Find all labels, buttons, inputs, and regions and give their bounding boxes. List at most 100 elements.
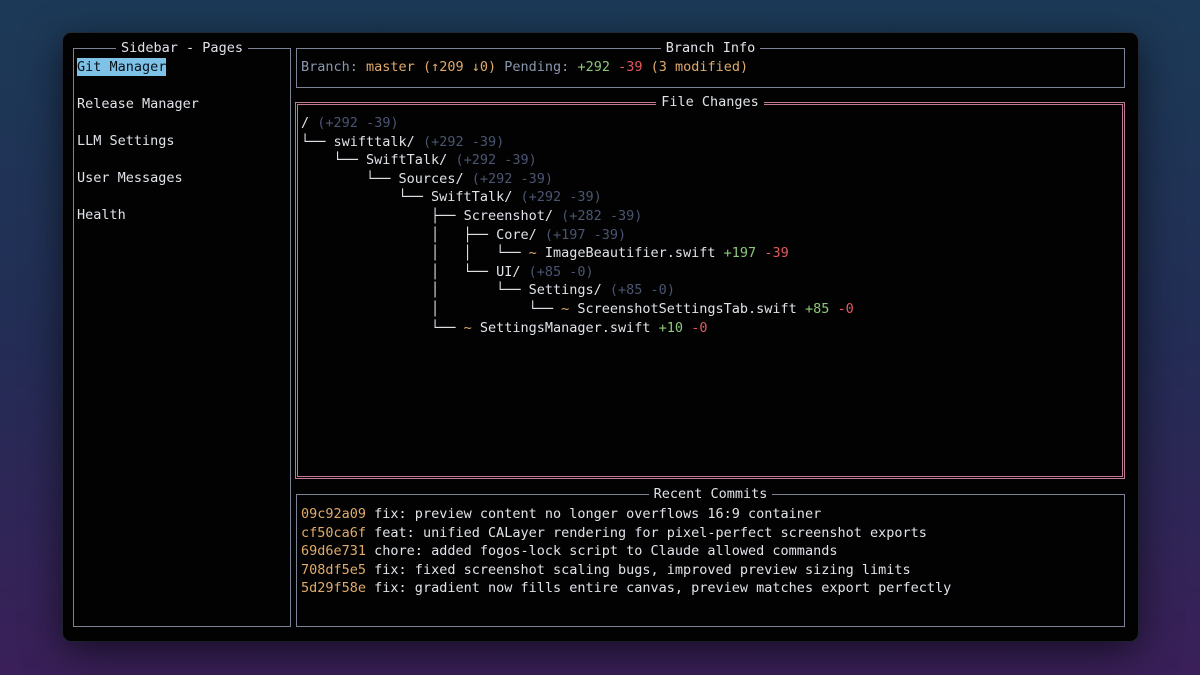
tree-folder-name: Screenshot/ xyxy=(463,208,553,224)
additions-count: +85 xyxy=(536,263,562,280)
tree-branch-prefix: │ └── xyxy=(301,301,562,317)
paren: ( xyxy=(455,152,464,169)
commit-hash: 5d29f58e xyxy=(301,580,367,597)
branch-info-title: Branch Info xyxy=(660,40,761,56)
additions-count: +282 xyxy=(569,208,602,224)
file-changes-title: File Changes xyxy=(656,94,764,110)
additions-count: +85 xyxy=(618,282,643,299)
tree-branch-prefix: │ └── xyxy=(301,263,497,280)
branch-info-line: Branch: master (↑209 ↓0) Pending: +292 -… xyxy=(301,58,748,76)
tree-file-name: SettingsManager.swift xyxy=(479,319,651,336)
deletions-count: -0 xyxy=(650,282,667,299)
pending-add: +292 xyxy=(577,59,610,75)
commit-hash: 708df5e5 xyxy=(301,561,367,578)
tree-branch-prefix: │ ├── xyxy=(301,226,497,243)
commit-message: fix: gradient now fills entire canvas, p… xyxy=(374,580,952,597)
tree-file-row[interactable]: │ └── ~ ScreenshotSettingsTab.swift +85 … xyxy=(301,300,854,318)
pending-modified: (3 modified) xyxy=(650,59,749,75)
tree-folder-name: Sources/ xyxy=(398,170,464,187)
tree-folder-row[interactable]: │ └── UI/ (+85 -0) xyxy=(301,263,594,281)
deletions-count: -0 xyxy=(837,301,854,317)
tree-folder-name: Settings/ xyxy=(528,282,602,299)
commit-row[interactable]: cf50ca6f feat: unified CALayer rendering… xyxy=(301,524,927,542)
paren: ) xyxy=(544,170,554,187)
tree-branch-prefix: │ └── xyxy=(301,282,529,299)
tree-branch-prefix: └── xyxy=(301,319,464,336)
pending-label: Pending: xyxy=(504,59,570,75)
paren: ) xyxy=(618,226,627,243)
commit-hash: cf50ca6f xyxy=(301,524,367,541)
paren: ( xyxy=(528,263,537,280)
deletions-count: -39 xyxy=(366,115,391,131)
tree-branch-prefix: └── xyxy=(301,170,399,187)
deletions-count: -39 xyxy=(569,189,594,206)
deletions-count: -0 xyxy=(691,319,708,336)
sidebar-item[interactable]: User Messages xyxy=(77,169,183,187)
commit-row[interactable]: 5d29f58e fix: gradient now fills entire … xyxy=(301,579,951,597)
paren: ( xyxy=(520,189,529,206)
deletions-count: -39 xyxy=(593,226,619,243)
deletions-count: -39 xyxy=(764,245,789,262)
tree-folder-row[interactable]: / (+292 -39) xyxy=(301,114,399,132)
sidebar-item[interactable]: Git Manager xyxy=(77,58,167,76)
tree-folder-name: Core/ xyxy=(496,226,537,243)
commit-row[interactable]: 09c92a09 fix: preview content no longer … xyxy=(301,505,821,523)
branch-label: Branch: xyxy=(301,59,358,75)
sidebar-item[interactable]: Release Manager xyxy=(77,95,199,113)
commit-message: chore: added fogos-lock script to Claude… xyxy=(374,543,838,560)
sidebar-item[interactable]: Health xyxy=(77,206,126,224)
tree-folder-name: SwiftTalk/ xyxy=(366,152,448,169)
additions-count: +292 xyxy=(431,133,464,150)
tree-folder-row[interactable]: └── SwiftTalk/ (+292 -39) xyxy=(301,188,602,206)
paren: ) xyxy=(496,133,505,150)
commit-message: fix: fixed screenshot scaling bugs, impr… xyxy=(374,561,911,578)
tree-branch-prefix: └── xyxy=(301,152,367,169)
tree-folder-row[interactable]: │ ├── Core/ (+197 -39) xyxy=(301,226,626,244)
tree-file-name: ImageBeautifier.swift xyxy=(544,245,716,262)
tree-file-row[interactable]: └── ~ SettingsManager.swift +10 -0 xyxy=(301,319,707,337)
tree-folder-row[interactable]: └── swifttalk/ (+292 -39) xyxy=(301,133,504,151)
tree-folder-name: / xyxy=(301,115,310,131)
deletions-count: -39 xyxy=(504,152,529,169)
paren: ) xyxy=(528,152,537,169)
paren: ) xyxy=(390,115,399,131)
paren: ( xyxy=(609,282,619,299)
paren: ) xyxy=(666,282,675,299)
additions-count: +292 xyxy=(479,170,513,187)
deletions-count: -39 xyxy=(520,170,545,187)
additions-count: +292 xyxy=(528,189,562,206)
tree-file-row[interactable]: │ │ └── ~ ImageBeautifier.swift +197 -39 xyxy=(301,244,789,262)
tree-branch-prefix: ├── xyxy=(301,208,464,224)
deletions-count: -39 xyxy=(609,208,635,224)
paren: ) xyxy=(634,208,643,224)
additions-count: +197 xyxy=(723,245,757,262)
branch-name: master xyxy=(366,59,415,75)
sidebar-title: Sidebar - Pages xyxy=(116,40,248,56)
tree-branch-prefix: │ │ └── xyxy=(301,245,529,262)
ahead-behind: (↑209 ↓0) xyxy=(422,59,497,75)
tree-branch-prefix: └── xyxy=(301,133,334,150)
sidebar-item[interactable]: LLM Settings xyxy=(77,132,175,150)
paren: ( xyxy=(544,226,553,243)
tree-folder-name: swifttalk/ xyxy=(333,133,415,150)
tree-folder-row[interactable]: ├── Screenshot/ (+282 -39) xyxy=(301,207,642,225)
tree-branch-prefix: └── xyxy=(301,189,432,206)
paren: ( xyxy=(471,170,480,187)
additions-count: +292 xyxy=(325,115,358,131)
modified-marker: ~ xyxy=(528,245,545,262)
tree-folder-row[interactable]: └── Sources/ (+292 -39) xyxy=(301,170,553,188)
modified-marker: ~ xyxy=(463,319,480,336)
pending-del: -39 xyxy=(618,59,643,75)
additions-count: +85 xyxy=(804,301,830,317)
tree-folder-row[interactable]: │ └── Settings/ (+85 -0) xyxy=(301,281,675,299)
modified-marker: ~ xyxy=(561,301,578,317)
recent-commits-title: Recent Commits xyxy=(648,486,773,502)
additions-count: +197 xyxy=(553,226,586,243)
tree-folder-row[interactable]: └── SwiftTalk/ (+292 -39) xyxy=(301,151,537,169)
commit-row[interactable]: 708df5e5 fix: fixed screenshot scaling b… xyxy=(301,561,911,579)
deletions-count: -39 xyxy=(471,133,497,150)
commit-message: fix: preview content no longer overflows… xyxy=(374,506,822,522)
commit-row[interactable]: 69d6e731 chore: added fogos-lock script … xyxy=(301,542,837,560)
commit-hash: 69d6e731 xyxy=(301,543,367,560)
additions-count: +10 xyxy=(658,319,684,336)
